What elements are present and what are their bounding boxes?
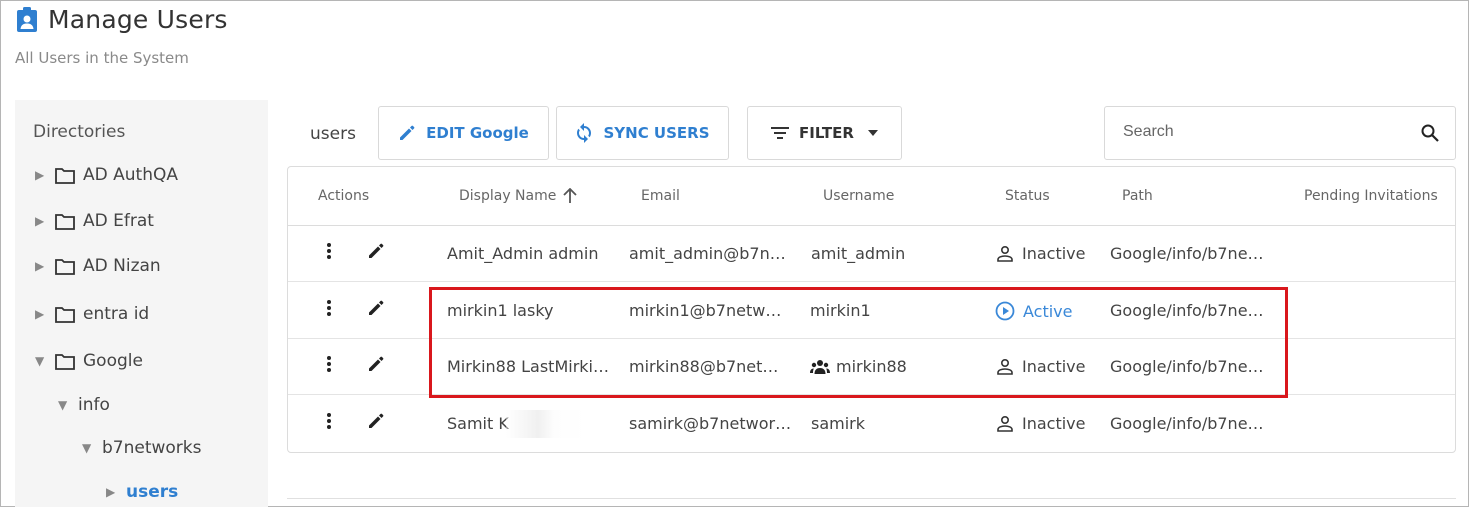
display-name-cell: Amit_Admin admin — [447, 244, 599, 263]
edit-pencil-icon[interactable] — [367, 299, 385, 317]
status-text: Inactive — [1022, 414, 1086, 433]
edit-pencil-icon[interactable] — [367, 355, 385, 373]
path-cell: Google/info/b7ne… — [1110, 414, 1264, 433]
sync-users-button[interactable]: SYNC USERS — [556, 106, 729, 160]
filter-label: FILTER — [799, 124, 854, 142]
table-row[interactable]: Samit K samirk@b7networ… samirk Inactive… — [288, 396, 1455, 452]
directory-label: users — [310, 124, 356, 144]
column-header-actions: Actions — [318, 188, 370, 204]
status-cell: Inactive — [996, 414, 1086, 433]
pencil-icon — [400, 125, 415, 140]
column-header-pending-invitations[interactable]: Pending Invitations — [1304, 188, 1438, 204]
collapse-arrow-icon[interactable]: ▼ — [82, 441, 96, 455]
directories-sidebar: Directories ▶ AD AuthQA ▶ AD Efrat ▶ AD … — [15, 100, 268, 507]
tree-item-label: AD Nizan — [83, 256, 161, 276]
expand-arrow-icon[interactable]: ▶ — [35, 168, 49, 182]
filter-dropdown-button[interactable]: FILTER — [747, 106, 902, 160]
table-footer-edge — [287, 498, 1456, 507]
redaction-blur — [506, 410, 586, 438]
username-cell: samirk — [811, 414, 865, 433]
more-vert-icon[interactable] — [326, 299, 332, 317]
username-text: samirk — [811, 414, 866, 433]
filter-icon — [771, 127, 790, 139]
tree-item-label: AD Efrat — [83, 211, 154, 231]
expand-arrow-icon[interactable]: ▶ — [35, 259, 49, 273]
person-outline-icon — [997, 415, 1013, 432]
folder-icon — [55, 167, 75, 184]
folder-icon — [55, 306, 75, 323]
highlight-annotation-box — [429, 287, 1288, 398]
search-input[interactable] — [1123, 123, 1403, 141]
collapse-arrow-icon[interactable]: ▼ — [58, 398, 72, 412]
tree-item-entra-id[interactable]: ▶ entra id — [35, 304, 149, 324]
edit-google-label: EDIT Google — [426, 124, 529, 142]
status-text: Inactive — [1022, 244, 1086, 263]
caret-down-icon — [867, 130, 878, 136]
path-cell: Google/info/b7ne… — [1110, 244, 1264, 263]
tree-item-label: Google — [83, 351, 143, 371]
column-header-display-name[interactable]: Display Name — [459, 188, 577, 204]
tree-item-users[interactable]: ▶ users — [106, 482, 178, 502]
user-badge-icon — [16, 6, 38, 33]
tree-item-ad-authqa[interactable]: ▶ AD AuthQA — [35, 165, 178, 185]
folder-icon — [55, 258, 75, 275]
tree-item-label: AD AuthQA — [83, 165, 178, 185]
more-vert-icon[interactable] — [326, 355, 332, 373]
tree-item-label: b7networks — [102, 438, 202, 458]
sync-icon — [577, 123, 592, 143]
email-cell: amit_admin@b7n… — [629, 244, 786, 263]
folder-icon — [55, 353, 75, 370]
tree-item-ad-efrat[interactable]: ▶ AD Efrat — [35, 211, 154, 231]
tree-item-b7networks[interactable]: ▼ b7networks — [82, 438, 202, 458]
table-header: Actions Display Name Email Username Stat… — [288, 167, 1455, 226]
expand-arrow-icon[interactable]: ▶ — [106, 485, 120, 499]
status-cell: Inactive — [996, 244, 1086, 263]
column-header-email[interactable]: Email — [641, 188, 680, 204]
table-row[interactable]: Amit_Admin admin amit_admin@b7n… amit_ad… — [288, 226, 1455, 282]
page-title: Manage Users — [48, 5, 228, 34]
tree-item-label: info — [78, 395, 110, 415]
edit-google-button[interactable]: EDIT Google — [378, 106, 549, 160]
person-outline-icon — [997, 245, 1013, 262]
column-header-path[interactable]: Path — [1122, 188, 1153, 204]
page-subtitle: All Users in the System — [15, 49, 189, 67]
username-text: amit_admin — [811, 244, 906, 263]
edit-pencil-icon[interactable] — [367, 412, 385, 430]
more-vert-icon[interactable] — [326, 242, 332, 260]
column-header-username[interactable]: Username — [823, 188, 894, 204]
tree-item-info[interactable]: ▼ info — [58, 395, 110, 415]
folder-icon — [55, 213, 75, 230]
sidebar-title: Directories — [33, 122, 126, 142]
arrow-up-icon — [563, 188, 577, 203]
column-header-label: Display Name — [459, 188, 557, 204]
search-box — [1104, 106, 1456, 160]
sync-users-label: SYNC USERS — [603, 124, 710, 142]
search-icon[interactable] — [1421, 124, 1439, 142]
more-vert-icon[interactable] — [326, 412, 332, 430]
tree-item-label: users — [126, 482, 179, 502]
tree-item-label: entra id — [83, 304, 150, 324]
tree-item-ad-nizan[interactable]: ▶ AD Nizan — [35, 256, 161, 276]
expand-arrow-icon[interactable]: ▶ — [35, 214, 49, 228]
page-header: Manage Users — [16, 5, 228, 34]
display-name-cell: Samit K — [447, 414, 509, 433]
expand-arrow-icon[interactable]: ▶ — [35, 307, 49, 321]
username-cell: amit_admin — [811, 244, 905, 263]
tree-item-google[interactable]: ▼ Google — [35, 351, 143, 371]
column-header-status[interactable]: Status — [1005, 188, 1050, 204]
email-cell: samirk@b7networ… — [629, 414, 792, 433]
collapse-arrow-icon[interactable]: ▼ — [35, 354, 49, 368]
edit-pencil-icon[interactable] — [367, 242, 385, 260]
